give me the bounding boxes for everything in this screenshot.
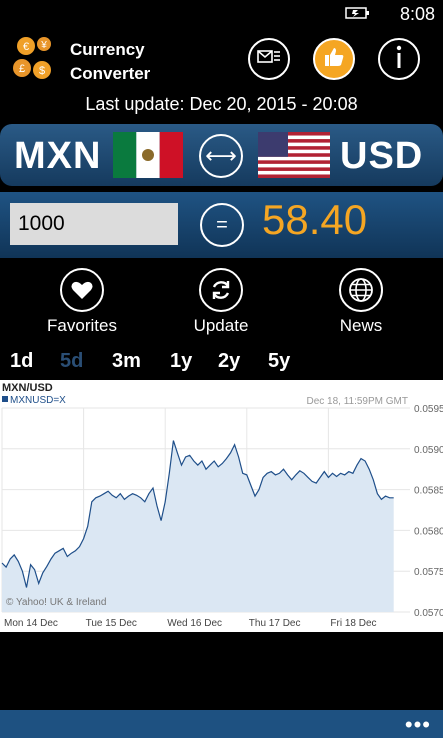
mexico-flag-icon[interactable]: [113, 132, 183, 183]
convert-button[interactable]: =: [200, 203, 244, 247]
app-logo: € ¥ £ $: [10, 34, 62, 84]
info-icon: [394, 45, 404, 74]
globe-icon: [339, 268, 383, 312]
range-1y[interactable]: 1y: [170, 350, 192, 373]
x-tick-label: Wed 16 Dec: [167, 618, 222, 629]
legend-swatch: [2, 396, 8, 402]
x-tick-label: Tue 15 Dec: [86, 618, 137, 629]
exchange-rate-chart: MXN/USD MXNUSD=X Dec 18, 11:59PM GMT © Y…: [0, 380, 443, 632]
thumbs-up-icon: [323, 46, 345, 73]
favorites-label: Favorites: [47, 316, 117, 335]
swap-currencies-button[interactable]: ⟷: [199, 134, 243, 178]
news-label: News: [339, 316, 383, 335]
info-button[interactable]: [378, 38, 420, 80]
series-area: [2, 440, 394, 612]
y-tick-label: 0.0570: [414, 608, 443, 619]
range-5y[interactable]: 5y: [268, 350, 290, 373]
currency-pair-bar: MXN ⟷ USD: [0, 124, 443, 186]
heart-icon: [60, 268, 104, 312]
conversion-bar: = 58.40: [0, 192, 443, 258]
range-3m[interactable]: 3m: [112, 350, 141, 373]
svg-text:$: $: [39, 65, 45, 77]
to-currency-code[interactable]: USD: [340, 135, 423, 178]
y-tick-label: 0.0590: [414, 445, 443, 456]
svg-text:¥: ¥: [40, 40, 47, 51]
update-button[interactable]: Update: [166, 268, 276, 336]
favorites-button[interactable]: Favorites: [27, 268, 137, 336]
x-tick-label: Fri 18 Dec: [330, 618, 376, 629]
chart-title: MXN/USD: [2, 382, 53, 394]
conversion-result: 58.40: [262, 196, 368, 243]
email-icon: [257, 48, 281, 71]
svg-text:£: £: [19, 63, 25, 75]
status-time: 8:08: [399, 4, 435, 24]
range-5d[interactable]: 5d: [60, 350, 83, 373]
usa-flag-icon[interactable]: [258, 132, 330, 183]
from-currency-code[interactable]: MXN: [14, 135, 101, 178]
svg-text:€: €: [23, 41, 29, 53]
update-label: Update: [193, 316, 249, 335]
battery-charging-icon: [345, 6, 371, 23]
status-bar: 8:08: [0, 0, 443, 28]
app-title: Currency Converter: [70, 40, 151, 83]
like-button[interactable]: [313, 38, 355, 80]
x-tick-label: Mon 14 Dec: [4, 618, 58, 629]
chart-credit: © Yahoo! UK & Ireland: [6, 597, 106, 608]
y-tick-label: 0.0575: [414, 567, 443, 578]
equals-icon: =: [216, 213, 228, 236]
refresh-icon: [199, 268, 243, 312]
range-2y[interactable]: 2y: [218, 350, 240, 373]
range-selector: 1d 5d 3m 1y 2y 5y: [0, 350, 443, 378]
chart-timestamp: Dec 18, 11:59PM GMT: [306, 396, 408, 407]
y-tick-label: 0.0585: [414, 486, 443, 497]
swap-arrows-icon: ⟷: [205, 143, 237, 168]
y-tick-label: 0.0580: [414, 526, 443, 537]
range-1d[interactable]: 1d: [10, 350, 33, 373]
app-bar: •••: [0, 710, 443, 738]
y-tick-label: 0.0595: [414, 404, 443, 415]
share-email-button[interactable]: [248, 38, 290, 80]
amount-input[interactable]: [10, 203, 178, 245]
more-options-button[interactable]: •••: [405, 712, 431, 738]
x-tick-label: Thu 17 Dec: [249, 618, 301, 629]
last-update-text: Last update: Dec 20, 2015 - 20:08: [85, 94, 358, 114]
legend-series-label: MXNUSD=X: [10, 395, 66, 406]
news-button[interactable]: News: [306, 268, 416, 336]
